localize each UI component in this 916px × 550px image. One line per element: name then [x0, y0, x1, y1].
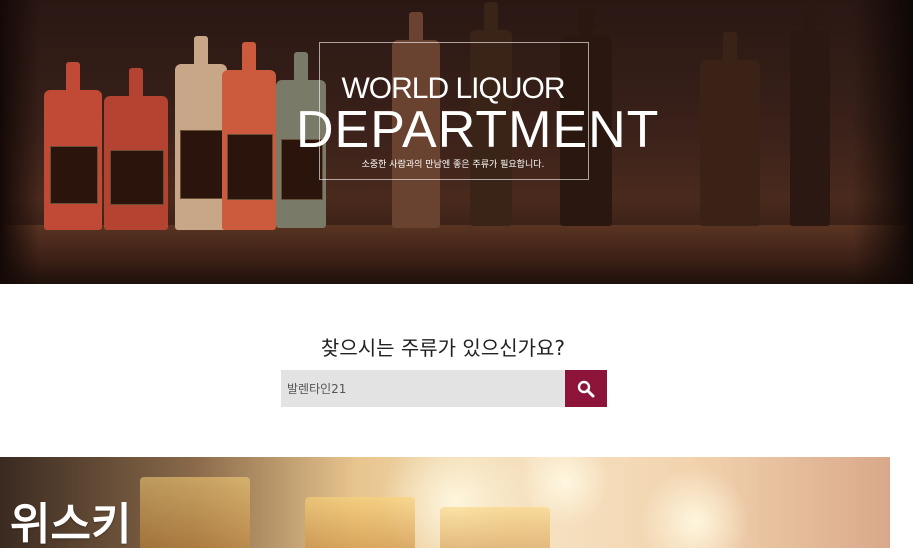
glass-image [140, 477, 250, 548]
vignette-right [853, 0, 913, 284]
search-heading: 찾으시는 주류가 있으신가요? [320, 336, 566, 360]
search-input[interactable] [281, 370, 565, 407]
bottle-image [222, 42, 276, 230]
glass-image [440, 507, 550, 548]
bottle-image [104, 68, 168, 230]
vignette-left [0, 0, 40, 284]
hero-title-large: DEPARTMENT [296, 101, 660, 159]
bottle-image [790, 2, 830, 226]
bottle-image [44, 62, 102, 230]
light-glow [640, 467, 750, 548]
search-button[interactable] [565, 370, 607, 407]
search-icon [577, 380, 595, 398]
bottle-image [175, 36, 227, 230]
bar-counter-image [0, 225, 913, 284]
glass-image [305, 497, 415, 548]
category-title: 위스키 [10, 499, 132, 550]
hero-subtitle: 소중한 사람과의 만남엔 좋은 주류가 필요합니다. [361, 160, 545, 170]
category-banner-whisky[interactable] [0, 457, 890, 548]
bottle-image [700, 32, 760, 226]
